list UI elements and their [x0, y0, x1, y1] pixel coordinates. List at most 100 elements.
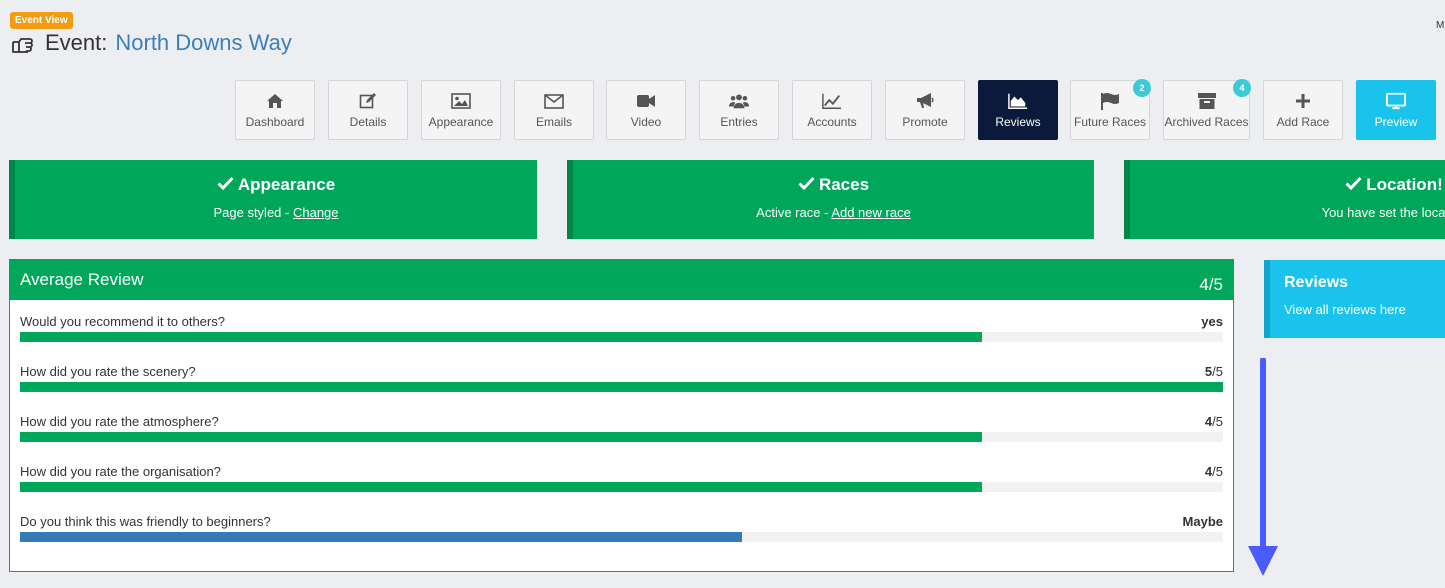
review-question-row: How did you rate the atmosphere? 4/5: [20, 414, 1223, 442]
status-card-inner: Location! You have set the location: [1130, 175, 1445, 220]
review-progress-bar: [20, 332, 983, 342]
review-question-answer: 4/5: [1205, 464, 1223, 480]
review-progress-track: [20, 432, 1223, 442]
area-chart-icon: [1008, 91, 1028, 111]
answer-suffix: /5: [1212, 364, 1223, 379]
review-question-row: Do you think this was friendly to beginn…: [20, 514, 1223, 542]
nav-label: Emails: [535, 115, 572, 129]
nav-appearance[interactable]: Appearance: [421, 80, 501, 140]
video-camera-icon: [636, 91, 656, 111]
review-question-row: Would you recommend it to others? yes: [20, 314, 1223, 342]
answer-value: yes: [1201, 314, 1223, 329]
review-progress-bar: [20, 432, 983, 442]
review-progress-track: [20, 382, 1223, 392]
check-icon: [1345, 175, 1362, 195]
reviews-side-heading: Reviews: [1284, 274, 1349, 291]
nav-label: Details: [349, 115, 387, 129]
status-card-appearance: Appearance Page styled - Change: [9, 160, 537, 239]
review-question-text: How did you rate the atmosphere?: [20, 414, 219, 429]
check-icon: [798, 175, 815, 195]
view-all-reviews-link[interactable]: View all reviews here: [1284, 302, 1445, 317]
event-name: North Downs Way: [115, 30, 292, 55]
nav-accounts[interactable]: Accounts: [792, 80, 872, 140]
review-question-answer: 4/5: [1205, 414, 1223, 430]
review-question-line: How did you rate the atmosphere? 4/5: [20, 414, 1223, 430]
status-card-title-text: Location!: [1366, 175, 1443, 194]
nav-label: Promote: [902, 115, 948, 129]
review-progress-track: [20, 332, 1223, 342]
archived-races-count-badge: 4: [1233, 79, 1251, 97]
future-races-count-badge: 2: [1133, 79, 1151, 97]
nav-future-races[interactable]: Future Races 2: [1070, 79, 1151, 140]
nav-label: Future Races: [1073, 115, 1147, 129]
review-question-line: How did you rate the scenery? 5/5: [20, 364, 1223, 380]
nav-label: Appearance: [428, 115, 494, 129]
hand-pointer-icon: [11, 32, 37, 54]
megaphone-icon: [915, 91, 935, 111]
average-review-score: 4/5: [1199, 275, 1223, 294]
users-icon: [729, 91, 749, 111]
status-card-title-text: Races: [818, 175, 870, 194]
change-appearance-link[interactable]: Change: [293, 205, 339, 220]
average-review-heading: Average Review: [20, 270, 144, 289]
average-review-header: Average Review 4/5: [10, 260, 1233, 300]
flag-icon: [1100, 91, 1120, 111]
nav-label: Dashboard: [245, 115, 305, 129]
nav-preview[interactable]: Preview: [1356, 80, 1436, 140]
nav-label: Accounts: [807, 115, 857, 129]
review-question-answer: yes: [1201, 314, 1223, 330]
nav-video[interactable]: Video: [606, 80, 686, 140]
nav-label: Entries: [720, 115, 758, 129]
monitor-icon: [1386, 91, 1406, 111]
down-arrow-icon: [1248, 358, 1278, 576]
nav-label: Add Race: [1276, 115, 1330, 129]
nav-reviews[interactable]: Reviews: [978, 80, 1058, 140]
title-prefix: Event:: [45, 30, 108, 55]
status-card-title: Races: [573, 175, 1094, 195]
nav-emails[interactable]: Emails: [514, 80, 594, 140]
review-question-line: How did you rate the organisation? 4/5: [20, 464, 1223, 480]
answer-suffix: /5: [1212, 464, 1223, 479]
nav-label: Reviews: [995, 115, 1041, 129]
review-question-answer: 5/5: [1205, 364, 1223, 380]
status-text: Page styled -: [213, 205, 293, 220]
nav-add-race[interactable]: Add Race: [1263, 80, 1343, 140]
answer-value: Maybe: [1182, 514, 1223, 529]
review-question-row: How did you rate the organisation? 4/5: [20, 464, 1223, 492]
corner-text: M: [1436, 20, 1445, 31]
status-card-title: Location!: [1130, 175, 1445, 195]
answer-suffix: /5: [1212, 414, 1223, 429]
status-card-title: Appearance: [15, 175, 537, 195]
nav-label: Video: [630, 115, 662, 129]
add-new-race-link[interactable]: Add new race: [831, 205, 911, 220]
review-question-text: How did you rate the scenery?: [20, 364, 196, 379]
review-question-row: How did you rate the scenery? 5/5: [20, 364, 1223, 392]
review-question-answer: Maybe: [1183, 514, 1223, 530]
image-icon: [451, 91, 471, 111]
nav-details[interactable]: Details: [328, 80, 408, 140]
review-question-line: Do you think this was friendly to beginn…: [20, 514, 1223, 530]
nav-label: Preview: [1374, 115, 1418, 129]
average-review-panel: Average Review 4/5 Would you recommend i…: [9, 259, 1234, 572]
nav-archived-races[interactable]: Archived Races 4: [1163, 79, 1251, 140]
archive-icon: [1197, 91, 1217, 111]
status-card-races: Races Active race - Add new race: [567, 160, 1094, 239]
status-card-title-text: Appearance: [237, 175, 336, 194]
status-text: You have set the location: [1321, 205, 1445, 220]
review-question-line: Would you recommend it to others? yes: [20, 314, 1223, 330]
edit-icon: [358, 91, 378, 111]
reviews-side-card[interactable]: Reviews View all reviews here: [1264, 260, 1445, 338]
nav-entries[interactable]: Entries: [699, 80, 779, 140]
status-card-subtext: You have set the location: [1130, 205, 1445, 220]
line-chart-icon: [822, 91, 842, 111]
review-question-text: How did you rate the organisation?: [20, 464, 221, 479]
nav-dashboard[interactable]: Dashboard: [235, 80, 315, 140]
review-progress-track: [20, 532, 1223, 542]
status-text: Active race -: [756, 205, 832, 220]
review-progress-bar: [20, 382, 1223, 392]
nav-promote[interactable]: Promote: [885, 80, 965, 140]
review-question-text: Would you recommend it to others?: [20, 314, 225, 329]
page-title: Event: North Downs Way: [11, 30, 292, 56]
envelope-icon: [544, 91, 564, 111]
check-icon: [217, 175, 234, 195]
